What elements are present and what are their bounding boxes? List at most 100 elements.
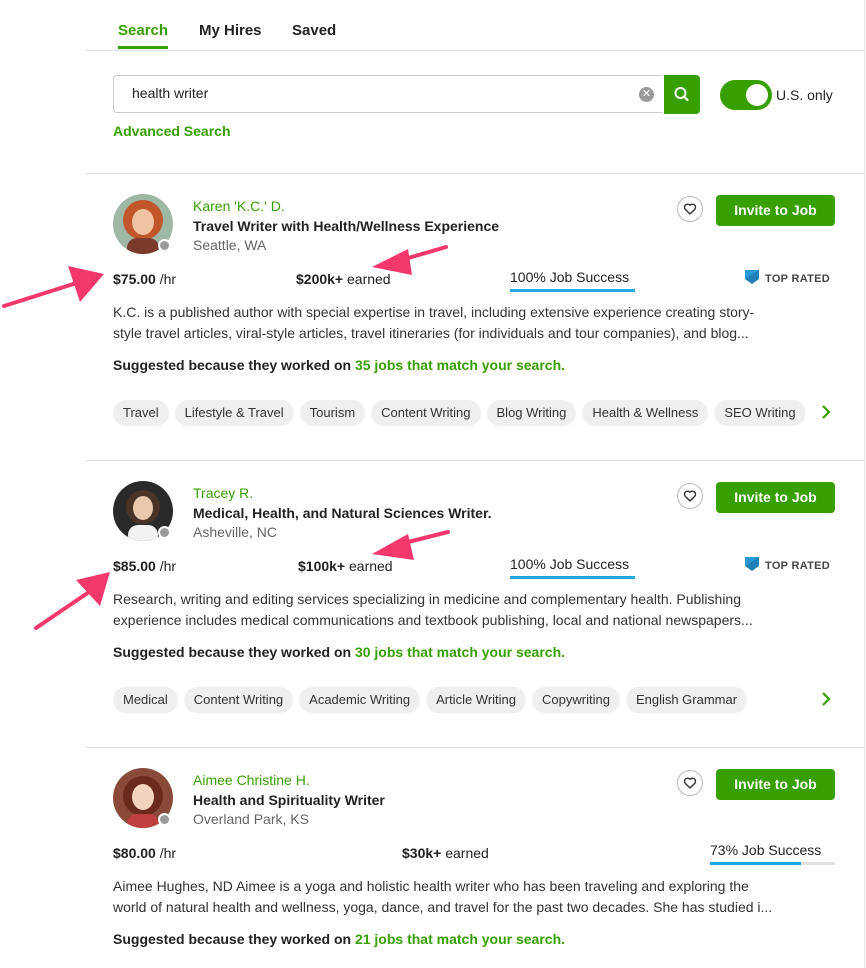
description-line: Aimee Hughes, ND Aimee is a yoga and hol… (113, 878, 749, 894)
skill-tag[interactable]: Blog Writing (486, 400, 577, 426)
freelancer-description: Aimee Hughes, ND Aimee is a yoga and hol… (113, 876, 825, 918)
hourly-rate: $75.00 /hr (113, 271, 176, 287)
search-field (113, 75, 663, 113)
rate-unit: /hr (159, 271, 177, 287)
job-success-bar (510, 289, 635, 292)
suggested-prefix: Suggested because they worked on (113, 357, 352, 373)
freelancer-card: Tracey R. Medical, Health, and Natural S… (86, 461, 864, 747)
job-success-score: 100% Job Success (510, 269, 630, 285)
heart-icon (683, 203, 697, 215)
tab-search[interactable]: Search (118, 22, 169, 49)
top-rated-badge: TOP RATED (744, 556, 830, 572)
freelancer-name[interactable]: Tracey R. (193, 485, 253, 501)
save-heart-button[interactable] (677, 770, 703, 796)
top-rated-label: TOP RATED (765, 273, 831, 285)
description-line: world of natural health and wellness, yo… (113, 899, 773, 915)
skill-tag[interactable]: Tourism (299, 400, 366, 426)
invite-to-job-button[interactable]: Invite to Job (716, 769, 835, 800)
matching-jobs-link[interactable]: 30 jobs that match your search. (355, 644, 565, 660)
job-success-score: 100% Job Success (510, 556, 630, 572)
hourly-rate: $85.00 /hr (113, 558, 176, 574)
suggested-reason: Suggested because they worked on 35 jobs… (113, 357, 565, 373)
suggested-reason: Suggested because they worked on 21 jobs… (113, 931, 565, 947)
skills-list: Medical Content Writing Academic Writing Ar… (113, 687, 805, 713)
skill-tag[interactable]: English Grammar (625, 687, 748, 713)
top-rated-icon (745, 557, 759, 571)
advanced-search-link[interactable]: Advanced Search (113, 123, 231, 139)
freelancer-location: Seattle, WA (193, 237, 267, 253)
freelancer-location: Overland Park, KS (193, 811, 309, 827)
tab-bar: Search My Hires Saved (86, 0, 864, 51)
job-success-bar (710, 862, 835, 865)
freelancer-title: Health and Spirituality Writer (193, 792, 385, 808)
earned-amount: $100k+ (298, 558, 346, 574)
skill-tag[interactable]: Copywriting (532, 687, 620, 713)
skill-tag[interactable]: Content Writing (183, 687, 294, 713)
freelancer-description: Research, writing and editing services s… (113, 589, 825, 631)
freelancer-title: Travel Writer with Health/Wellness Exper… (193, 218, 500, 234)
total-earned: $200k+ earned (296, 271, 391, 287)
matching-jobs-link[interactable]: 35 jobs that match your search. (355, 357, 565, 373)
tab-my-hires[interactable]: My Hires (199, 22, 262, 49)
job-success-fill (510, 289, 635, 292)
earned-label: earned (445, 845, 489, 861)
top-rated-badge: TOP RATED (744, 269, 830, 285)
freelancer-title: Medical, Health, and Natural Sciences Wr… (193, 505, 492, 521)
search-input[interactable] (132, 85, 622, 101)
status-dot (158, 813, 171, 826)
skill-tag[interactable]: Content Writing (371, 400, 481, 426)
search-button[interactable] (664, 75, 700, 114)
skill-tag[interactable]: Article Writing (426, 687, 527, 713)
skill-tag[interactable]: Health & Wellness (582, 400, 709, 426)
rate-amount: $85.00 (113, 558, 156, 574)
tab-saved[interactable]: Saved (292, 22, 336, 49)
suggested-prefix: Suggested because they worked on (113, 644, 352, 660)
job-success-score: 73% Job Success (710, 842, 822, 858)
skill-tag[interactable]: Lifestyle & Travel (174, 400, 294, 426)
chevron-right-icon[interactable] (819, 402, 833, 422)
earned-amount: $30k+ (402, 845, 442, 861)
description-line: experience includes medical communicatio… (113, 612, 753, 628)
status-dot (158, 526, 171, 539)
total-earned: $30k+ earned (402, 845, 489, 861)
rate-unit: /hr (159, 845, 177, 861)
status-dot (158, 239, 171, 252)
freelancer-location: Asheville, NC (193, 524, 278, 540)
skill-tag[interactable]: Travel (113, 400, 169, 426)
skills-list: Travel Lifestyle & Travel Tourism Content W… (113, 400, 805, 426)
rate-unit: /hr (159, 558, 177, 574)
freelancer-card: Aimee Christine H. Health and Spirituali… (86, 748, 864, 968)
top-rated-icon (745, 270, 759, 284)
skill-tag[interactable]: SEO Writing (714, 400, 805, 426)
total-earned: $100k+ earned (298, 558, 393, 574)
toggle-knob (746, 84, 768, 106)
job-success-fill (710, 862, 802, 865)
freelancer-name[interactable]: Aimee Christine H. (193, 772, 310, 788)
invite-to-job-button[interactable]: Invite to Job (716, 195, 835, 226)
invite-to-job-button[interactable]: Invite to Job (716, 482, 835, 513)
freelancer-name[interactable]: Karen 'K.C.' D. (193, 198, 285, 214)
rate-amount: $80.00 (113, 845, 156, 861)
top-rated-label: TOP RATED (765, 560, 831, 572)
description-line: style travel articles, viral-style artic… (113, 325, 749, 341)
skill-tag[interactable]: Academic Writing (299, 687, 421, 713)
hourly-rate: $80.00 /hr (113, 845, 176, 861)
description-line: Research, writing and editing services s… (113, 591, 741, 607)
search-icon (674, 87, 689, 102)
clear-search-icon[interactable]: ✕ (639, 87, 654, 102)
job-success-fill (510, 576, 635, 579)
save-heart-button[interactable] (677, 483, 703, 509)
earned-label: earned (349, 558, 393, 574)
us-only-toggle[interactable] (720, 80, 772, 110)
skill-tag[interactable]: Medical (113, 687, 178, 713)
earned-amount: $200k+ (296, 271, 344, 287)
suggested-prefix: Suggested because they worked on (113, 931, 352, 947)
matching-jobs-link[interactable]: 21 jobs that match your search. (355, 931, 565, 947)
save-heart-button[interactable] (677, 196, 703, 222)
description-line: K.C. is a published author with special … (113, 304, 755, 320)
rate-amount: $75.00 (113, 271, 156, 287)
heart-icon (683, 777, 697, 789)
suggested-reason: Suggested because they worked on 30 jobs… (113, 644, 565, 660)
us-only-label: U.S. only (776, 87, 833, 103)
chevron-right-icon[interactable] (819, 689, 833, 709)
